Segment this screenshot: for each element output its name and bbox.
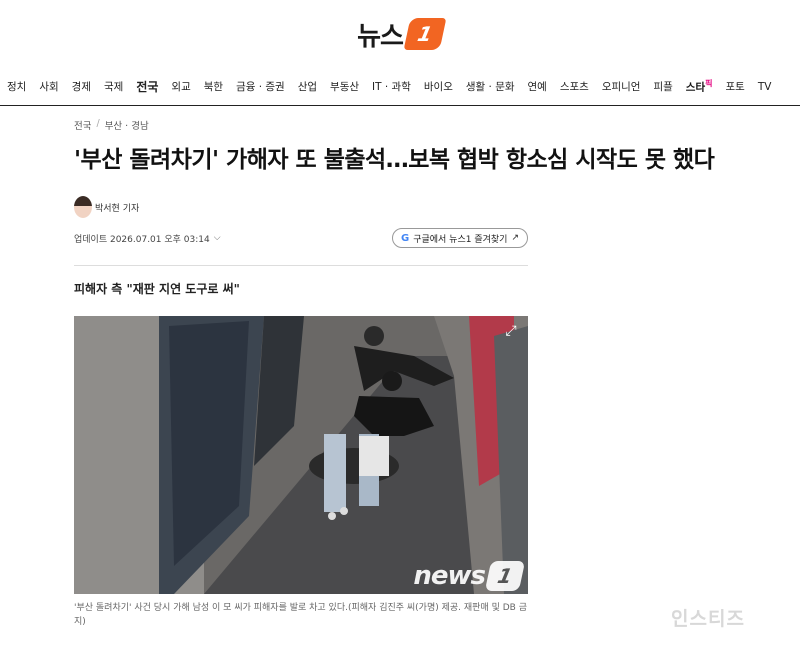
divider xyxy=(74,265,528,266)
reporter-name: 박서현 기자 xyxy=(95,203,140,214)
reporter-byline[interactable]: 박서현 기자 xyxy=(74,196,528,218)
nav-item[interactable]: 북한 xyxy=(204,79,223,94)
logo-text: 뉴스 xyxy=(357,21,404,52)
article-photo[interactable]: ⤢ news 1 xyxy=(74,316,528,594)
article-title: '부산 돌려차기' 가해자 또 불출석…보복 협박 항소심 시작도 못 했다 xyxy=(74,147,715,173)
google-favorite-button[interactable]: G 구글에서 뉴스1 즐겨찾기 ↗ xyxy=(391,228,528,248)
cctv-scene xyxy=(74,316,528,594)
logo-mark: 1 xyxy=(403,18,447,50)
nav-item[interactable]: 금융 · 증권 xyxy=(236,79,285,94)
nav-item[interactable]: 연예 xyxy=(528,79,547,94)
watermark-text: news xyxy=(413,561,486,591)
nav-item[interactable]: 경제 xyxy=(72,79,91,94)
breadcrumb-separator: / xyxy=(96,118,100,129)
external-link-icon: ↗ xyxy=(511,233,519,243)
nav-item[interactable]: TV xyxy=(758,81,772,93)
update-time[interactable]: 업데이트 2026.07.01 오후 03:14 ⌵ xyxy=(74,232,221,245)
watermark-mark: 1 xyxy=(484,561,526,591)
photo-watermark: news 1 xyxy=(413,561,526,591)
expand-icon[interactable]: ⤢ xyxy=(502,322,520,340)
update-time-text: 업데이트 2026.07.01 오후 03:14 xyxy=(74,234,210,245)
nav-item-suffix: 픽 xyxy=(705,79,713,89)
nav-item[interactable]: 국제 xyxy=(104,79,123,94)
nav-item-label: 스타 xyxy=(685,81,706,94)
breadcrumb-item-busan[interactable]: 부산 · 경남 xyxy=(105,118,149,132)
nav-item[interactable]: IT · 과학 xyxy=(372,79,411,94)
nav-item[interactable]: 오피니언 xyxy=(602,79,641,94)
site-header: 뉴스 1 xyxy=(0,0,800,68)
nav-item[interactable]: 생활 · 문화 xyxy=(466,79,515,94)
nav-item[interactable]: 스포츠 xyxy=(560,79,589,94)
site-watermark: 인스티즈 xyxy=(671,608,745,630)
nav-item[interactable]: 피플 xyxy=(653,79,672,94)
news1-logo[interactable]: 뉴스 1 xyxy=(357,16,447,53)
breadcrumb-item-region[interactable]: 전국 xyxy=(74,118,91,132)
google-button-label: 구글에서 뉴스1 즐겨찾기 xyxy=(413,234,508,245)
reporter-avatar xyxy=(74,196,92,218)
nav-item[interactable]: 포토 xyxy=(726,79,745,94)
photo-caption: '부산 돌려차기' 사건 당시 가해 남성 이 모 씨가 피해자를 발로 차고 … xyxy=(74,603,527,627)
nav-item[interactable]: 정치 xyxy=(7,79,26,94)
article-subhead: 피해자 측 "재판 지연 도구로 써" xyxy=(74,282,240,296)
nav-item[interactable]: 산업 xyxy=(298,79,317,94)
chevron-down-icon: ⌵ xyxy=(213,233,221,243)
nav-item[interactable]: 바이오 xyxy=(424,79,453,94)
breadcrumb: 전국 / 부산 · 경남 xyxy=(74,118,528,132)
meta-row: 업데이트 2026.07.01 오후 03:14 ⌵ G 구글에서 뉴스1 즐겨… xyxy=(74,228,528,248)
google-icon: G xyxy=(400,232,410,244)
nav-item[interactable]: 스타픽 xyxy=(686,78,713,95)
category-nav: 정치 사회 경제 국제 전국 외교 북한 금융 · 증권 산업 부동산 IT · 과학 바이오 생활 ·… xyxy=(0,68,800,106)
nav-item[interactable]: 부동산 xyxy=(330,79,359,94)
article: 전국 / 부산 · 경남 '부산 돌려차기' 가해자 또 불출석…보복 협박 항… xyxy=(74,118,715,629)
nav-item[interactable]: 외교 xyxy=(171,79,190,94)
nav-item[interactable]: 전국 xyxy=(136,78,158,95)
nav-item[interactable]: 사회 xyxy=(39,79,58,94)
